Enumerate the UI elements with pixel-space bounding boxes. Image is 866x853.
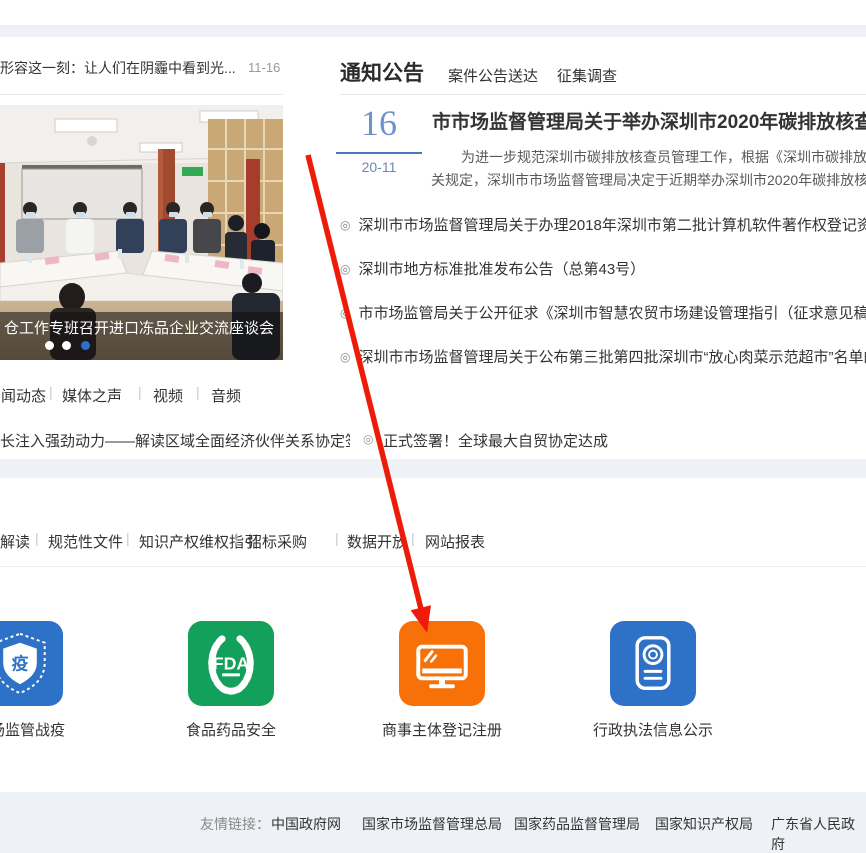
tab-video[interactable]: 视频 xyxy=(153,385,183,406)
notice-list-item[interactable]: ◎深圳市市场监督管理局关于公布第三批第四批深圳市“放心肉菜示范超市”名单的... xyxy=(340,346,866,367)
footer-link-cnipa[interactable]: 国家知识产权局 xyxy=(655,814,753,834)
shield-epidemic-icon: 疫 xyxy=(0,621,63,706)
link-separator: | xyxy=(411,530,415,546)
bullet-icon: ◎ xyxy=(340,218,350,232)
tab-separator: | xyxy=(196,384,200,400)
footer-links-label: 友情链接： xyxy=(200,814,270,834)
tab-solicitation-survey[interactable]: 征集调查 xyxy=(557,65,617,86)
quick-link-bidding-procurement[interactable]: 招标采购 xyxy=(247,531,307,552)
quick-link-open-data[interactable]: 数据开放 xyxy=(347,531,407,552)
ticker-news-1[interactable]: 长注入强劲动力——解读区域全面经济伙伴关系协定签署 xyxy=(0,430,350,451)
tab-media-voice[interactable]: 媒体之声 xyxy=(62,385,122,406)
link-separator: | xyxy=(335,530,339,546)
featured-notice-summary-line1: 为进一步规范深圳市碳排放核查员管理工作，根据《深圳市碳排放权交易管理 xyxy=(431,147,866,167)
tab-case-announcement-delivery[interactable]: 案件公告送达 xyxy=(448,65,538,86)
featured-notice-day: 16 xyxy=(336,102,422,144)
tab-separator: | xyxy=(138,384,142,400)
section-gap-band xyxy=(0,25,866,37)
monitor-icon xyxy=(399,621,485,706)
service-tile-business-registration[interactable] xyxy=(399,621,485,706)
photo-carousel[interactable]: 仓工作专班召开进口冻品企业交流座谈会 xyxy=(0,105,283,360)
notice-divider xyxy=(340,94,866,95)
service-label-business-registration: 商事主体登记注册 xyxy=(362,719,522,740)
link-separator: | xyxy=(35,530,39,546)
bullet-icon: ◎ xyxy=(340,262,350,276)
featured-notice-summary-line2: 关规定，深圳市市场监督管理局决定于近期举办深圳市2020年碳排放核查员专业知 xyxy=(431,170,866,190)
carousel-dot-3-active[interactable] xyxy=(81,341,90,350)
footer-link-china-gov[interactable]: 中国政府网 xyxy=(271,814,341,834)
bodycam-icon xyxy=(610,621,696,706)
tab-separator: | xyxy=(49,384,53,400)
featured-notice-rule xyxy=(336,152,422,154)
footer-link-guangdong-gov[interactable]: 广东省人民政府 xyxy=(771,814,866,853)
section-gap-band xyxy=(0,459,866,478)
featured-notice-month: 20-11 xyxy=(336,159,422,175)
page: 形容这一刻：让人们在阴霾中看到光... 11-16 xyxy=(0,0,866,853)
quick-link-site-reports[interactable]: 网站报表 xyxy=(425,531,485,552)
footer-link-samr[interactable]: 国家市场监督管理总局 xyxy=(362,814,502,834)
service-tile-food-drug-safety[interactable]: FDA xyxy=(188,621,274,706)
quick-link-interpretation[interactable]: 解读 xyxy=(0,531,30,552)
quick-link-normative-documents[interactable]: 规范性文件 xyxy=(48,531,123,552)
svg-text:FDA: FDA xyxy=(213,653,250,673)
carousel-dot-2[interactable] xyxy=(62,341,71,350)
notice-list-item[interactable]: ◎深圳市地方标准批准发布公告（总第43号） xyxy=(340,258,866,279)
carousel-dot-1[interactable] xyxy=(45,341,54,350)
carousel-caption: 仓工作专班召开进口冻品企业交流座谈会 xyxy=(4,317,280,338)
service-tile-epidemic-supervision[interactable]: 疫 xyxy=(0,621,63,706)
news-list-item[interactable]: 形容这一刻：让人们在阴霾中看到光... xyxy=(0,58,290,78)
ticker-bullet-icon: ◎ xyxy=(363,432,373,446)
footer-link-nmpa[interactable]: 国家药品监督管理局 xyxy=(514,814,640,834)
service-tile-law-enforcement-disclosure[interactable] xyxy=(610,621,696,706)
service-label-epidemic-supervision: 场监管战疫 xyxy=(0,719,65,740)
featured-notice-title[interactable]: 市市场监督管理局关于举办深圳市2020年碳排放核查员专业知 xyxy=(432,107,866,134)
ticker-news-2[interactable]: 正式签署！全球最大自贸协定达成 xyxy=(383,430,683,451)
bullet-icon: ◎ xyxy=(340,306,350,320)
link-separator: | xyxy=(126,530,130,546)
tab-audio[interactable]: 音频 xyxy=(211,385,241,406)
notice-section-title: 通知公告 xyxy=(340,57,424,87)
bullet-icon: ◎ xyxy=(340,350,350,364)
svg-text:疫: 疫 xyxy=(12,653,29,673)
notice-list-item[interactable]: ◎市市场监管局关于公开征求《深圳市智慧农贸市场建设管理指引（征求意见稿）》... xyxy=(340,302,866,323)
news-list-item-date: 11-16 xyxy=(248,60,280,75)
service-label-law-enforcement-disclosure: 行政执法信息公示 xyxy=(573,719,733,740)
link-separator: | xyxy=(235,530,239,546)
quick-link-ip-rights-guide[interactable]: 知识产权维权指引 xyxy=(139,531,259,552)
service-label-food-drug-safety: 食品药品安全 xyxy=(151,719,311,740)
carousel-caption-band: 仓工作专班召开进口冻品企业交流座谈会 xyxy=(0,312,283,360)
notice-list-item[interactable]: ◎深圳市市场监督管理局关于办理2018年深圳市第二批计算机软件著作权登记资助领 xyxy=(340,214,866,235)
tab-news-dynamics[interactable]: 闻动态 xyxy=(1,385,46,406)
fda-wreath-icon: FDA xyxy=(188,621,274,706)
left-column-divider xyxy=(0,94,283,95)
services-divider xyxy=(0,566,866,567)
